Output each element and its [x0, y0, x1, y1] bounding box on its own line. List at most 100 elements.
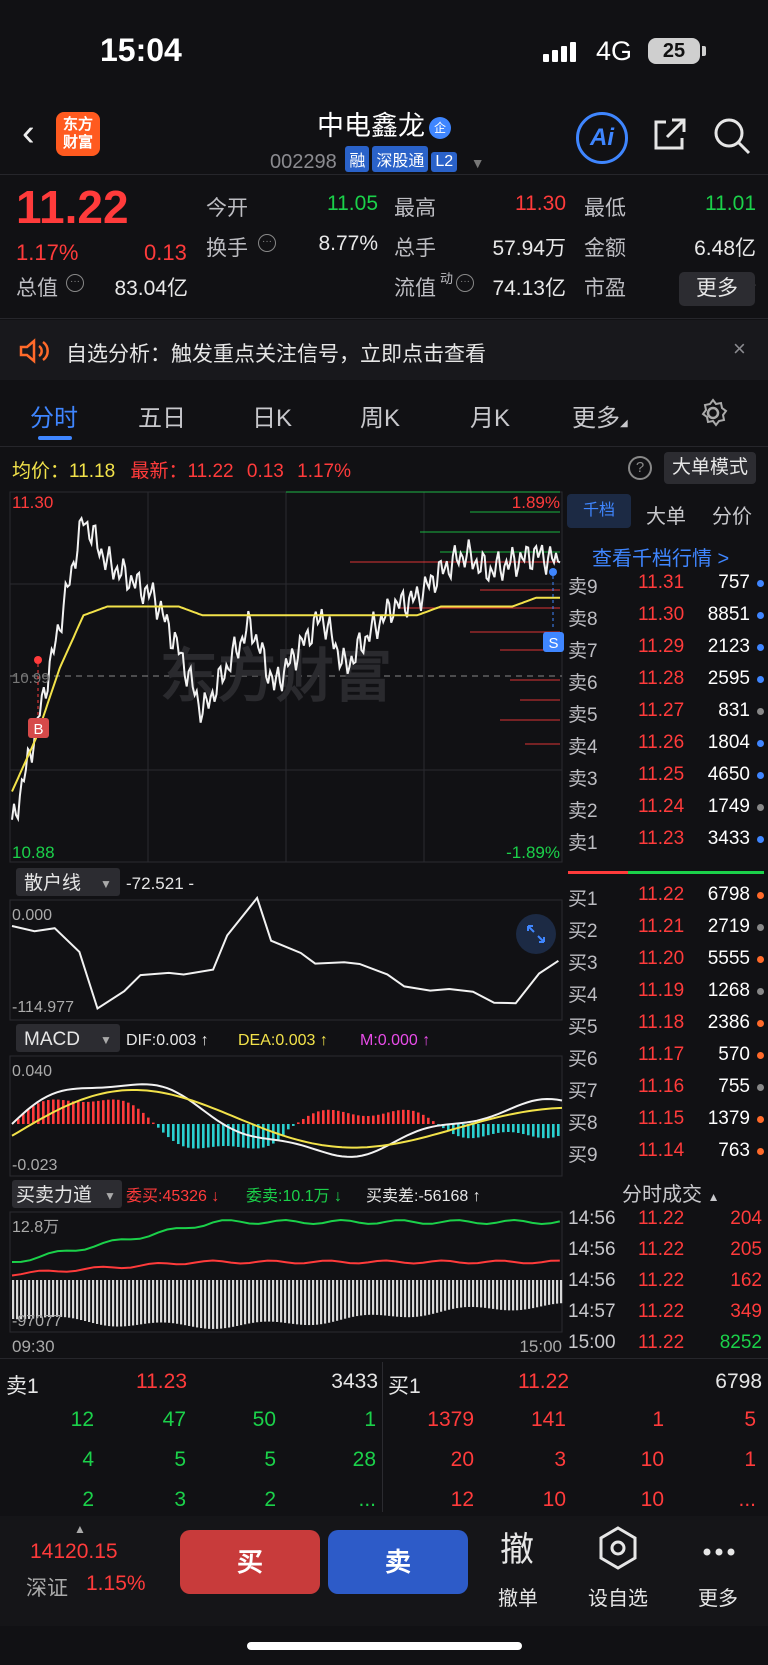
tab-thousand-level[interactable]: 千档 [567, 494, 631, 528]
power-bar [352, 1280, 355, 1317]
tab-price-split[interactable]: 分价 [712, 500, 752, 529]
info-dots-icon[interactable]: ··· [66, 274, 84, 292]
power-bar [516, 1280, 519, 1311]
macd-bar [27, 1109, 30, 1124]
more-quote-button[interactable]: 更多 [679, 272, 755, 306]
power-bar [256, 1280, 259, 1323]
power-bar [444, 1280, 447, 1311]
macd-bar [122, 1100, 125, 1124]
power-bar [420, 1280, 423, 1317]
macd-bar [62, 1100, 65, 1124]
tab-five-day[interactable]: 五日 [138, 398, 186, 433]
tab-daily-k[interactable]: 日K [252, 398, 292, 433]
home-indicator[interactable] [247, 1642, 522, 1650]
ask-row[interactable]: 卖7 11.29 2123 [568, 636, 764, 668]
info-dots-icon[interactable]: ··· [258, 234, 276, 252]
ask-row[interactable]: 卖4 11.26 1804 [568, 732, 764, 764]
power-bar [476, 1280, 479, 1308]
power-bar [60, 1280, 63, 1317]
index-name[interactable]: 深证 [26, 1572, 68, 1602]
stock-code-row[interactable]: 002298 融深股通 L2 ▼ [270, 146, 485, 174]
more-dots-icon[interactable] [702, 1544, 736, 1562]
ask-price: 11.31 [638, 572, 685, 593]
power-bar [296, 1280, 299, 1325]
close-icon[interactable]: × [733, 336, 746, 362]
ask-queue-volume: 2 [82, 1488, 94, 1511]
bid-volume: 570 [718, 1044, 750, 1065]
ask-row[interactable]: 卖2 11.24 1749 [568, 796, 764, 828]
macd-bar [457, 1124, 460, 1137]
bid-row[interactable]: 买6 11.17 570 [568, 1044, 764, 1076]
tab-intraday[interactable]: 分时 [30, 398, 78, 433]
bid-row[interactable]: 买8 11.15 1379 [568, 1108, 764, 1140]
ticks-title[interactable]: 分时成交 ▲ [622, 1178, 719, 1207]
quote-label: 最高 [394, 197, 436, 220]
tab-monthly-k[interactable]: 月K [470, 398, 510, 433]
tab-weekly-k[interactable]: 周K [360, 398, 400, 433]
power-bar [212, 1280, 215, 1329]
power-label: 买卖力道 [16, 1184, 92, 1206]
macd-bar [267, 1124, 270, 1146]
bid-volume: 755 [718, 1076, 750, 1097]
gear-icon[interactable] [698, 398, 728, 433]
bid-row[interactable]: 买2 11.21 2719 [568, 916, 764, 948]
big-order-mode-button[interactable]: 大单模式 [664, 452, 756, 484]
power-bar [412, 1280, 415, 1318]
tab-big-order[interactable]: 大单 [646, 500, 686, 529]
bid-row[interactable]: 买7 11.16 755 [568, 1076, 764, 1108]
add-watchlist-icon[interactable] [598, 1526, 638, 1575]
power-bar [224, 1280, 227, 1329]
macd-bar [232, 1124, 235, 1147]
bid-row[interactable]: 买9 11.14 763 [568, 1140, 764, 1172]
notice-text[interactable]: 自选分析：触发重点关注信号，立即点击查看 [66, 338, 486, 368]
macd-bar [527, 1124, 530, 1136]
bid-row[interactable]: 买3 11.20 5555 [568, 948, 764, 980]
buy-button[interactable]: 买 [180, 1530, 320, 1594]
info-dots-icon[interactable]: ··· [456, 274, 474, 292]
index-value[interactable]: 14120.15 [30, 1540, 118, 1564]
bid-price: 11.18 [638, 1012, 685, 1033]
stock-name-text: 中电鑫龙 [317, 111, 425, 141]
power-bar [136, 1280, 139, 1325]
ask-row[interactable]: 卖1 11.23 3433 [568, 828, 764, 860]
share-icon[interactable] [650, 116, 688, 159]
bid-ask-ratio-green [628, 871, 764, 874]
ask-row[interactable]: 卖3 11.25 4650 [568, 764, 764, 796]
power-bar [512, 1280, 515, 1311]
ask-row[interactable]: 卖5 11.27 831 [568, 700, 764, 732]
macd-bar [307, 1115, 310, 1124]
quote-value: 11.05 [327, 192, 378, 215]
cancel-order-icon[interactable]: 撤 [500, 1522, 534, 1571]
bid-row[interactable]: 买4 11.19 1268 [568, 980, 764, 1012]
index-percent[interactable]: 1.15% [86, 1572, 146, 1596]
search-icon[interactable] [712, 116, 752, 161]
more-button[interactable]: 更多 [678, 1582, 758, 1611]
chevron-down-icon[interactable]: ▼ [471, 155, 485, 171]
power-bar [532, 1280, 535, 1309]
tick-price: 11.22 [638, 1332, 685, 1353]
axis-low: 10.88 [12, 843, 55, 862]
buy-point [34, 656, 42, 664]
bid-queue-volume: 1 [744, 1448, 756, 1471]
view-thousand-level-link[interactable]: 查看千档行情 > [592, 542, 729, 571]
tab-more[interactable]: 更多◢ [572, 398, 628, 433]
ask-row[interactable]: 卖9 11.31 757 [568, 572, 764, 604]
cancel-order-button[interactable]: 撤单 [478, 1582, 558, 1611]
add-watchlist-button[interactable]: 设自选 [578, 1582, 658, 1611]
bid-row[interactable]: 买1 11.22 6798 [568, 884, 764, 916]
ask-row[interactable]: 卖8 11.30 8851 [568, 604, 764, 636]
help-icon[interactable]: ? [628, 456, 652, 480]
macd-bar [377, 1114, 380, 1124]
macd-bar [412, 1110, 415, 1124]
power-bar [168, 1280, 171, 1323]
sell-button[interactable]: 卖 [328, 1530, 468, 1594]
ai-button[interactable]: Ai [576, 112, 628, 164]
bid-volume: 763 [718, 1140, 750, 1161]
ask-row[interactable]: 卖6 11.28 2595 [568, 668, 764, 700]
chevron-up-icon[interactable]: ▲ [74, 1522, 86, 1536]
bid-row[interactable]: 买5 11.18 2386 [568, 1012, 764, 1044]
intraday-chart[interactable]: 东方财富 11.30 10.88 1.89% -1.89% 10.99 B S … [0, 488, 564, 1358]
macd-bar [212, 1124, 215, 1147]
quote-value: 11.01 [705, 192, 756, 215]
power-bar [220, 1280, 223, 1329]
